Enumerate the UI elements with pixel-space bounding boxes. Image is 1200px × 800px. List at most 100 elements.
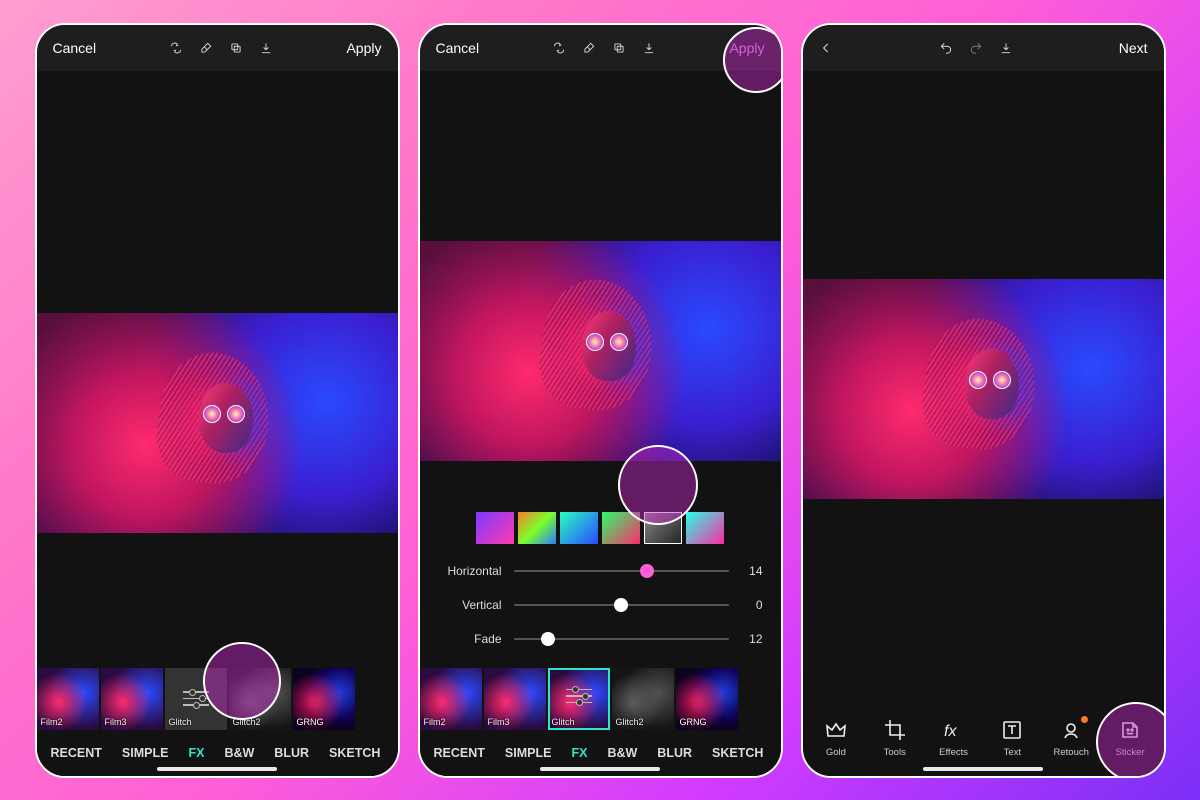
category-tab-b&w[interactable]: B&W — [214, 742, 264, 764]
bottom-toolbar: Horizontal 14 Vertical 0 Fade 12 Film2Fi… — [420, 502, 781, 776]
swatch-4[interactable] — [644, 512, 682, 544]
download-icon[interactable] — [255, 37, 277, 59]
swap-icon[interactable] — [165, 37, 187, 59]
toolbar-text[interactable]: Text — [985, 718, 1039, 758]
slider-controls: Horizontal 14 Vertical 0 Fade 12 — [420, 550, 781, 664]
retouch-icon — [1059, 718, 1083, 742]
filter-label: Glitch2 — [233, 717, 261, 727]
home-indicator — [540, 767, 660, 771]
category-tab-fx[interactable]: FX — [178, 742, 214, 764]
filter-thumb-grng[interactable]: GRNG — [676, 668, 738, 730]
category-tab-sketch[interactable]: SKETCH — [702, 742, 773, 764]
slider-label: Fade — [438, 632, 502, 646]
filter-thumb-film2[interactable]: Film2 — [37, 668, 99, 730]
swap-icon[interactable] — [548, 37, 570, 59]
category-tab-sketch[interactable]: SKETCH — [319, 742, 390, 764]
notification-dot — [1081, 716, 1088, 723]
download-icon[interactable] — [638, 37, 660, 59]
filter-label: Glitch — [552, 717, 575, 727]
filter-thumb-glitch2[interactable]: Glitch2 — [612, 668, 674, 730]
fx-icon: fx — [942, 718, 966, 742]
cancel-button[interactable]: Cancel — [49, 36, 101, 60]
filter-label: Film2 — [424, 717, 446, 727]
toolbar-label: Retouch — [1054, 747, 1089, 758]
filter-thumb-glitch2[interactable]: Glitch2 — [229, 668, 291, 730]
filter-thumb-film3[interactable]: Film3 — [484, 668, 546, 730]
category-tab-blur[interactable]: BLUR — [647, 742, 702, 764]
image-canvas[interactable] — [803, 71, 1164, 708]
redo-icon[interactable] — [965, 37, 987, 59]
toolbar-label: Gold — [826, 747, 846, 758]
eraser-icon[interactable] — [195, 37, 217, 59]
toolbar-label: Text — [1004, 747, 1021, 758]
swatch-0[interactable] — [476, 512, 514, 544]
filter-strip[interactable]: Film2 Film3 Glitch Glitch2GRNG — [420, 664, 781, 732]
category-tab-co[interactable]: CO — [390, 742, 397, 764]
phone-screen-1: Cancel Apply Film2 Film3 Glitch Glitch2 GRNG… — [35, 23, 400, 778]
filter-thumb-glitch[interactable]: Glitch — [548, 668, 610, 730]
layers-icon[interactable] — [608, 37, 630, 59]
top-bar: Cancel Apply — [420, 25, 781, 71]
sticker-icon — [1118, 718, 1142, 742]
category-tab-blur[interactable]: BLUR — [264, 742, 319, 764]
category-tab-recent[interactable]: RECENT — [41, 742, 112, 764]
edited-photo — [420, 241, 781, 461]
category-tab-simple[interactable]: SIMPLE — [495, 742, 562, 764]
filter-label: Film3 — [488, 717, 510, 727]
edited-photo — [803, 279, 1164, 499]
phone-screen-3: Next Gold Tools fx Effects Text Retouch Sticke… — [801, 23, 1166, 778]
swatch-5[interactable] — [686, 512, 724, 544]
cancel-button[interactable]: Cancel — [432, 36, 484, 60]
slider-fade[interactable]: Fade 12 — [438, 622, 763, 656]
slider-horizontal[interactable]: Horizontal 14 — [438, 554, 763, 588]
svg-text:fx: fx — [944, 723, 957, 740]
download-icon[interactable] — [995, 37, 1017, 59]
swatch-2[interactable] — [560, 512, 598, 544]
apply-button[interactable]: Apply — [342, 36, 385, 60]
toolbar-tools[interactable]: Tools — [868, 718, 922, 758]
toolbar-retouch[interactable]: Retouch — [1044, 718, 1098, 758]
filter-thumb-film3[interactable]: Film3 — [101, 668, 163, 730]
swatch-1[interactable] — [518, 512, 556, 544]
color-swatches[interactable] — [420, 502, 781, 550]
category-tab-b&w[interactable]: B&W — [597, 742, 647, 764]
filter-label: Glitch — [169, 717, 192, 727]
filter-thumb-glitch[interactable]: Glitch — [165, 668, 227, 730]
swatch-3[interactable] — [602, 512, 640, 544]
filter-thumb-film2[interactable]: Film2 — [420, 668, 482, 730]
crop-icon — [883, 718, 907, 742]
toolbar-label: Effects — [939, 747, 968, 758]
crown-icon — [824, 718, 848, 742]
slider-value: 12 — [741, 632, 763, 646]
undo-icon[interactable] — [935, 37, 957, 59]
home-indicator — [157, 767, 277, 771]
filter-strip[interactable]: Film2 Film3 Glitch Glitch2 GRNG — [37, 664, 398, 732]
editor-toolbar: Gold Tools fx Effects Text Retouch Sticker — [803, 708, 1164, 776]
filter-label: Film2 — [41, 717, 63, 727]
slider-value: 0 — [741, 598, 763, 612]
eraser-icon[interactable] — [578, 37, 600, 59]
slider-vertical[interactable]: Vertical 0 — [438, 588, 763, 622]
slider-label: Horizontal — [438, 564, 502, 578]
toolbar-label: Tools — [884, 747, 906, 758]
bottom-toolbar: Film2 Film3 Glitch Glitch2 GRNG RECENTSIMPLE… — [37, 664, 398, 776]
text-icon — [1000, 718, 1024, 742]
back-icon[interactable] — [815, 37, 837, 59]
category-tab-recent[interactable]: RECENT — [424, 742, 495, 764]
toolbar-gold[interactable]: Gold — [809, 718, 863, 758]
apply-button[interactable]: Apply — [725, 36, 768, 60]
filter-label: Film3 — [105, 717, 127, 727]
category-tab-co[interactable]: CO — [773, 742, 780, 764]
category-tab-simple[interactable]: SIMPLE — [112, 742, 179, 764]
category-tab-fx[interactable]: FX — [561, 742, 597, 764]
toolbar-sticker[interactable]: Sticker — [1103, 718, 1157, 758]
layers-icon[interactable] — [225, 37, 247, 59]
home-indicator — [923, 767, 1043, 771]
toolbar-label: Sticker — [1116, 747, 1145, 758]
slider-value: 14 — [741, 564, 763, 578]
edited-photo — [37, 313, 398, 533]
slider-label: Vertical — [438, 598, 502, 612]
filter-thumb-grng[interactable]: GRNG — [293, 668, 355, 730]
toolbar-effects[interactable]: fx Effects — [927, 718, 981, 758]
next-button[interactable]: Next — [1115, 36, 1152, 60]
